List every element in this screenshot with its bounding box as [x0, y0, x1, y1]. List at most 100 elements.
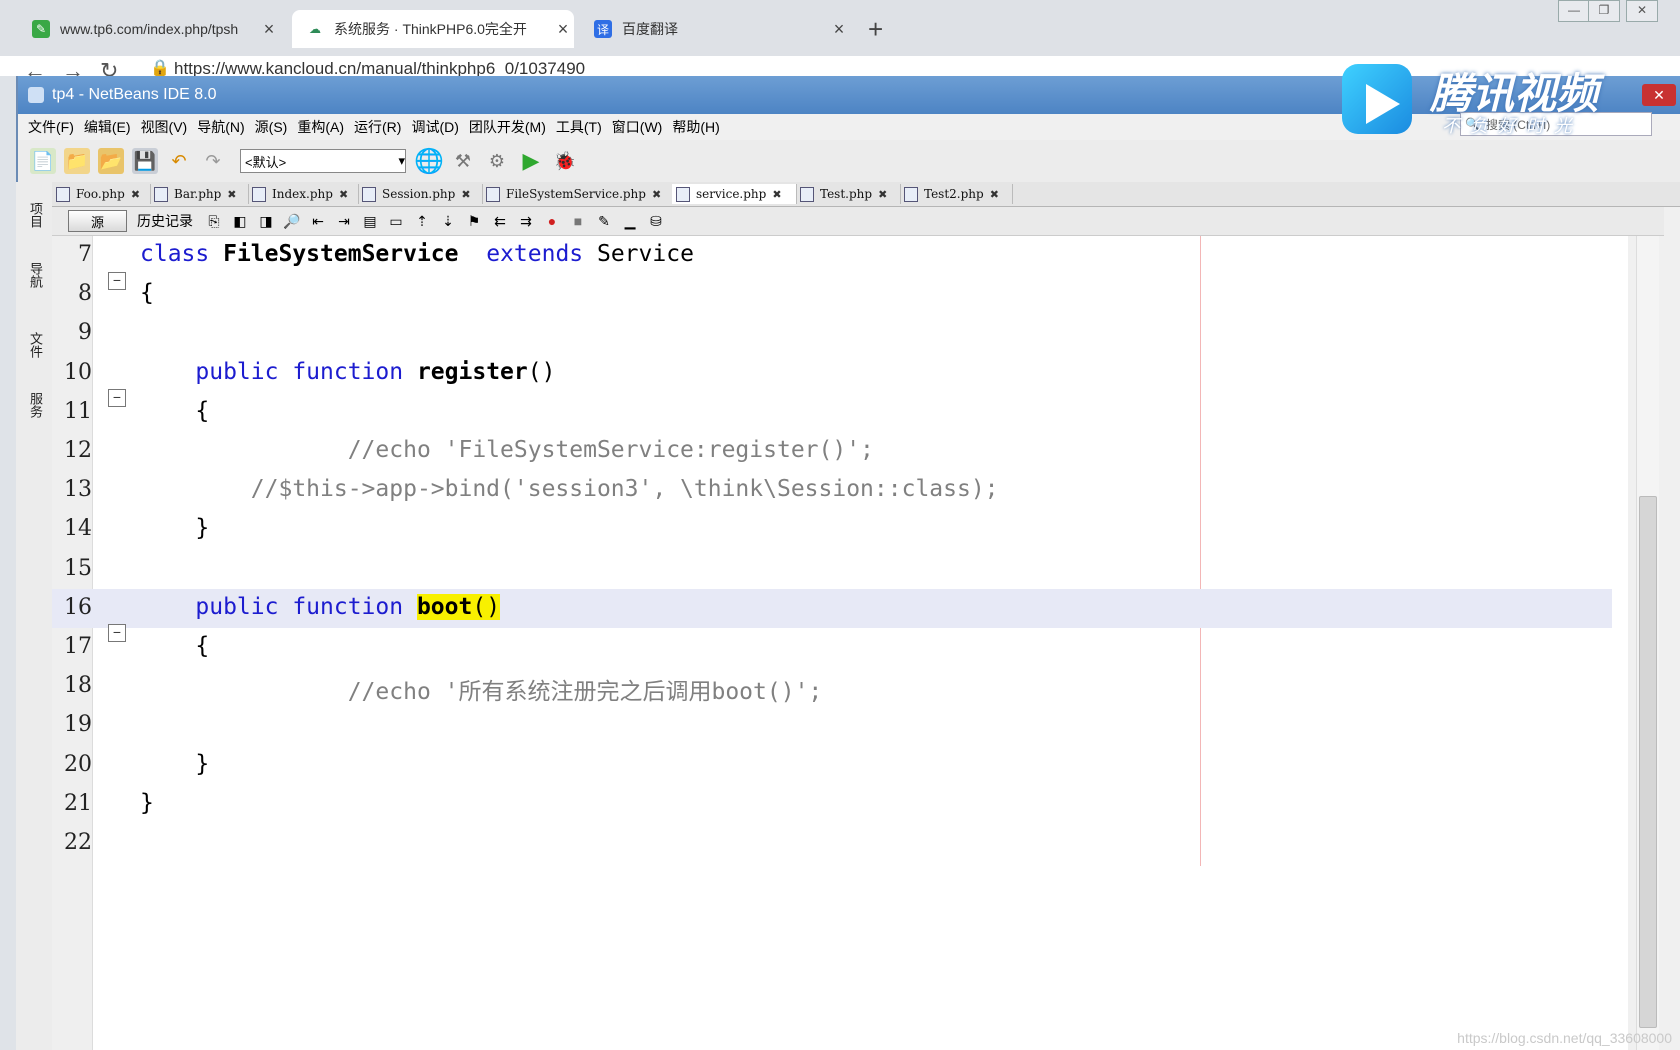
code-line[interactable]: 13 //$this->app->bind('session3', \think…	[52, 471, 1612, 510]
code-editor[interactable]: 7 class FileSystemService extends Service…	[52, 236, 1628, 1050]
next-bookmark-icon[interactable]: ⇣	[439, 212, 457, 230]
close-icon[interactable]: ✖	[772, 188, 781, 201]
code-line[interactable]: 8{	[52, 275, 1612, 314]
code-line[interactable]: 21}	[52, 785, 1612, 824]
back-nav-icon[interactable]: ◧	[231, 212, 249, 230]
start-macro-recording-icon[interactable]: ●	[543, 212, 561, 230]
find-icon[interactable]: 🔎	[283, 212, 301, 230]
tab-index-php[interactable]: Index.php ✖	[248, 184, 359, 204]
source-button[interactable]: 源	[68, 210, 128, 232]
close-icon[interactable]: ✖	[131, 188, 140, 201]
tab-test2-php[interactable]: Test2.php ✖	[900, 184, 1013, 204]
close-icon[interactable]: ✖	[339, 188, 348, 201]
history-button[interactable]: 历史记录	[137, 211, 193, 231]
menu-help[interactable]: 帮助(H)	[672, 117, 719, 137]
database-icon[interactable]: ⛁	[647, 212, 665, 230]
find-next-icon[interactable]: ⇥	[335, 212, 353, 230]
close-button[interactable]: ✕	[1642, 84, 1676, 106]
shift-left-icon[interactable]: ⇇	[491, 212, 509, 230]
close-tab-icon[interactable]: ×	[828, 19, 850, 40]
new-tab-button[interactable]: +	[868, 14, 883, 45]
configuration-select[interactable]: <默认> ▾	[240, 149, 406, 173]
menu-window[interactable]: 窗口(W)	[612, 117, 663, 137]
tab-foo-php[interactable]: Foo.php ✖	[52, 184, 151, 204]
code-line[interactable]: 15	[52, 550, 1612, 589]
maximize-button[interactable]: ❐	[1588, 0, 1620, 22]
save-all-icon[interactable]: 💾	[132, 148, 158, 174]
browser-tab-baidu-translate[interactable]: 译 百度翻译 ×	[580, 10, 850, 48]
menu-file[interactable]: 文件(F)	[28, 117, 74, 137]
clean-build-icon[interactable]: ⚙	[484, 148, 510, 174]
code-line[interactable]: 19	[52, 706, 1612, 745]
browser-tab-kancloud[interactable]: ☁ 系统服务 · ThinkPHP6.0完全开 ×	[292, 10, 574, 48]
browser-tab-tp6[interactable]: ✎ www.tp6.com/index.php/tpsh ×	[18, 10, 280, 48]
minimize-button[interactable]: —	[1558, 0, 1590, 22]
menu-refactor[interactable]: 重构(A)	[297, 117, 344, 137]
menu-navigate[interactable]: 导航(N)	[197, 117, 244, 137]
close-icon[interactable]: ✖	[990, 188, 999, 201]
find-previous-icon[interactable]: ⇤	[309, 212, 327, 230]
code-line[interactable]: 11 {	[52, 393, 1612, 432]
menu-source[interactable]: 源(S)	[255, 117, 288, 137]
toggle-bookmark-icon[interactable]: ⚑	[465, 212, 483, 230]
comment-icon[interactable]: ✎	[595, 212, 613, 230]
menu-team[interactable]: 团队开发(M)	[469, 117, 546, 137]
side-panel-files[interactable]: 文件	[26, 332, 45, 358]
uncomment-icon[interactable]: ▁	[621, 212, 639, 230]
previous-bookmark-icon[interactable]: ⇡	[413, 212, 431, 230]
menu-run[interactable]: 运行(R)	[354, 117, 401, 137]
code-line[interactable]: 18 //echo '所有系统注册完之后调用boot()';	[52, 667, 1612, 706]
menu-tools[interactable]: 工具(T)	[556, 117, 602, 137]
open-project-icon[interactable]: 📂	[98, 148, 124, 174]
code-line[interactable]: 9	[52, 314, 1612, 353]
side-panel-projects[interactable]: 项目	[26, 202, 45, 228]
tab-service-php[interactable]: service.php ✖	[672, 184, 797, 204]
menu-view[interactable]: 视图(V)	[141, 117, 188, 137]
code-line[interactable]: 10 public function register()	[52, 354, 1612, 393]
code-line[interactable]: 14 }	[52, 510, 1612, 549]
new-file-icon[interactable]: 📄	[30, 148, 56, 174]
undo-icon[interactable]: ↶	[166, 148, 192, 174]
close-window-button[interactable]: ✕	[1626, 0, 1658, 22]
close-tab-icon[interactable]: ×	[258, 19, 280, 40]
tab-filesystemservice-php[interactable]: FileSystemService.php ✖	[482, 184, 673, 204]
build-hammer-icon[interactable]: ⚒	[450, 148, 476, 174]
redo-icon[interactable]: ↷	[200, 148, 226, 174]
side-panel-navigator[interactable]: 导航	[26, 262, 45, 288]
menu-edit[interactable]: 编辑(E)	[84, 117, 131, 137]
close-icon[interactable]: ✖	[461, 188, 470, 201]
close-icon[interactable]: ✖	[652, 188, 661, 201]
code-line[interactable]: 22	[52, 824, 1612, 863]
side-panel-services[interactable]: 服务	[26, 392, 45, 418]
tab-session-php[interactable]: Session.php ✖	[358, 184, 483, 204]
tab-test-php[interactable]: Test.php ✖	[796, 184, 901, 204]
run-icon[interactable]: ▶	[518, 148, 544, 174]
fold-toggle-icon[interactable]: −	[108, 389, 126, 407]
toggle-rect-selection-icon[interactable]: ▭	[387, 212, 405, 230]
scrollbar-thumb[interactable]	[1639, 496, 1657, 1028]
code-line[interactable]: 16 public function boot()	[52, 588, 1612, 628]
vertical-scrollbar[interactable]	[1636, 236, 1659, 1050]
back-icon[interactable]: ←	[24, 58, 46, 76]
code-line[interactable]: 7 class FileSystemService extends Service	[52, 236, 1612, 275]
url-field[interactable]: https://www.kancloud.cn/manual/thinkphp6…	[174, 59, 585, 76]
shift-right-icon[interactable]: ⇉	[517, 212, 535, 230]
close-icon[interactable]: ✖	[878, 188, 887, 201]
globe-icon[interactable]: 🌐	[414, 148, 444, 175]
close-icon[interactable]: ✖	[227, 188, 236, 201]
fold-toggle-icon[interactable]: −	[108, 624, 126, 642]
reload-icon[interactable]: ↻	[100, 58, 118, 76]
tab-bar-php[interactable]: Bar.php ✖	[150, 184, 249, 204]
debug-icon[interactable]: 🐞	[552, 148, 578, 174]
code-line[interactable]: 20 }	[52, 746, 1612, 785]
toggle-highlight-icon[interactable]: ▤	[361, 212, 379, 230]
new-project-icon[interactable]: 📁	[64, 148, 90, 174]
stop-macro-recording-icon[interactable]: ■	[569, 212, 587, 230]
code-line[interactable]: 17 {	[52, 628, 1612, 667]
code-line[interactable]: 12 //echo 'FileSystemService:register()'…	[52, 432, 1612, 471]
close-tab-icon[interactable]: ×	[552, 19, 574, 40]
last-edit-icon[interactable]: ⎘	[205, 212, 223, 230]
forward-icon[interactable]: →	[62, 58, 84, 76]
menu-debug[interactable]: 调试(D)	[411, 117, 458, 137]
forward-nav-icon[interactable]: ◨	[257, 212, 275, 230]
